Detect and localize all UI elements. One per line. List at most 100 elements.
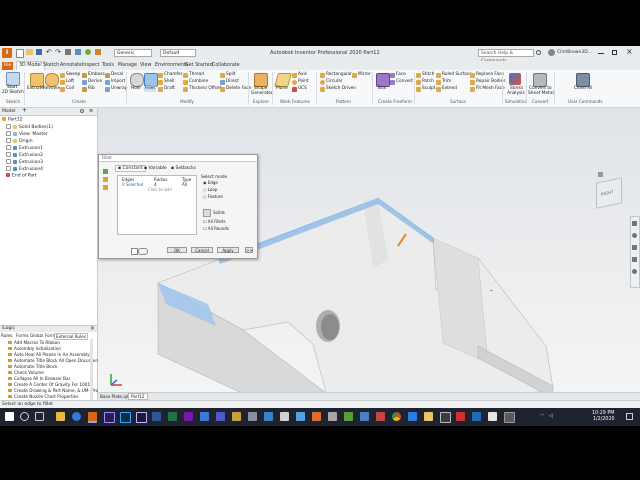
app-icon[interactable] — [440, 412, 451, 423]
tree-item-extrusion4[interactable]: Extrusion4 — [6, 166, 43, 172]
close-icon[interactable]: × — [626, 47, 633, 56]
convert-freeform-button[interactable]: Convert — [396, 79, 413, 85]
wifi-icon[interactable]: ◠ — [540, 413, 544, 419]
inventor-logo-icon[interactable]: I — [2, 48, 12, 58]
box-icon[interactable] — [376, 73, 390, 87]
tab-get-started[interactable]: Get Started — [185, 62, 213, 70]
expand-icon[interactable] — [6, 145, 11, 150]
shape-generator-label-2[interactable]: Generator — [251, 91, 273, 97]
app-icon[interactable] — [360, 412, 369, 421]
circular-pattern-button[interactable]: Circular — [326, 79, 343, 85]
combine-icon[interactable] — [183, 80, 188, 85]
viewcube[interactable]: RIGHT — [596, 177, 622, 209]
help-icon[interactable] — [131, 248, 138, 255]
sculpt-button[interactable]: Sculpt — [422, 86, 435, 92]
app-icon[interactable] — [328, 412, 337, 421]
style-select[interactable]: Default — [160, 49, 196, 57]
minimize-icon[interactable] — [598, 53, 604, 54]
close-all-button[interactable]: Close All — [574, 86, 592, 92]
axis-icon[interactable] — [292, 73, 297, 78]
trim-button[interactable]: Trim — [442, 79, 451, 85]
mirror-icon[interactable] — [352, 73, 357, 78]
chamfer-icon[interactable] — [158, 73, 163, 78]
thicken-icon[interactable] — [183, 87, 188, 92]
rib-icon[interactable] — [82, 87, 87, 92]
delete-face-icon[interactable] — [220, 87, 225, 92]
derive-icon[interactable] — [82, 80, 87, 85]
stitch-button[interactable]: Stitch — [422, 72, 434, 78]
tab-constant[interactable]: ▪ Constant — [115, 165, 146, 172]
search-taskbar-icon[interactable] — [20, 412, 29, 421]
mirror-button[interactable]: Mirror — [358, 72, 371, 78]
start-sketch-icon[interactable] — [6, 72, 20, 86]
shape-generator-icon[interactable] — [254, 73, 268, 87]
file-explorer-icon[interactable] — [56, 412, 65, 421]
rule-item[interactable]: Create A Center Of Gravity For 1001 — [14, 382, 90, 387]
tab-tools[interactable]: Tools — [102, 62, 114, 70]
extrude-icon[interactable] — [30, 73, 44, 87]
extend-button[interactable]: Extend — [442, 86, 457, 92]
sketch-driven-button[interactable]: Sketch Driven — [326, 86, 356, 92]
pan-icon[interactable] — [632, 221, 637, 226]
unwrap-icon[interactable] — [105, 87, 110, 92]
tab-3d-model[interactable]: 3D Model — [16, 61, 45, 70]
app-icon[interactable] — [344, 412, 353, 421]
app-icon[interactable] — [456, 412, 465, 421]
word-icon[interactable] — [152, 412, 161, 421]
fit-mesh-face-icon[interactable] — [470, 87, 475, 92]
doc-tab-base-plate[interactable]: Base Plate.ipt — [100, 394, 129, 399]
all-rounds-checkbox[interactable]: ☐ All Rounds — [203, 226, 229, 231]
more-button[interactable]: >> — [245, 247, 253, 253]
expand-icon[interactable] — [6, 138, 11, 143]
material-icon[interactable] — [85, 49, 91, 55]
radio-edge[interactable]: ◉ Edge — [203, 180, 218, 185]
rule-item[interactable]: Automate Title Block — [14, 364, 58, 369]
emboss-button[interactable]: Emboss — [88, 72, 105, 78]
plane-button[interactable]: Plane — [276, 86, 288, 92]
clock-date[interactable]: 1/2/2020 — [593, 417, 615, 422]
clock-time[interactable]: 10:29 PM — [592, 411, 614, 416]
file-tab[interactable]: File — [2, 62, 13, 70]
tree-item-solid-bodies[interactable]: Solid Bodies(1) — [6, 124, 53, 130]
extrude-button[interactable]: Extrude — [27, 86, 44, 92]
edges-table[interactable]: Edges Radius Type 0 Selected 4 All Click… — [117, 175, 197, 235]
rule-item[interactable]: Auto Heal All Planes In An Assembly — [14, 352, 90, 357]
teams-icon[interactable] — [216, 412, 225, 421]
ucs-button[interactable]: UCS — [298, 86, 307, 92]
tab-manage[interactable]: Manage — [118, 62, 137, 70]
point-icon[interactable] — [292, 80, 297, 85]
hole-icon[interactable] — [130, 73, 144, 87]
edge-select-icon[interactable] — [103, 169, 108, 174]
sheet-metal-label[interactable]: Sheet Metal — [528, 91, 554, 97]
all-fillets-checkbox[interactable]: ☐ All Fillets — [203, 219, 226, 224]
tree-item-extrusion3[interactable]: Extrusion3 — [6, 159, 43, 165]
start-icon[interactable] — [5, 412, 14, 421]
tab-environments[interactable]: Environments — [155, 62, 188, 70]
convert-freeform-icon[interactable] — [390, 80, 395, 85]
orbit-icon[interactable] — [632, 245, 637, 250]
tab-sketch[interactable]: Sketch — [43, 62, 59, 70]
face-icon[interactable] — [390, 73, 395, 78]
photoshop-icon[interactable] — [120, 412, 131, 423]
open-icon[interactable] — [26, 49, 33, 55]
appearance-select[interactable]: Generic — [114, 49, 152, 57]
shell-icon[interactable] — [158, 80, 163, 85]
emboss-icon[interactable] — [82, 73, 87, 78]
rectangular-pattern-icon[interactable] — [320, 73, 325, 78]
repair-bodies-icon[interactable] — [470, 80, 475, 85]
cancel-button[interactable]: Cancel — [191, 247, 213, 253]
inventor-taskbar-icon[interactable] — [88, 412, 97, 423]
excel-icon[interactable] — [168, 412, 177, 421]
browser-add-icon[interactable]: + — [22, 108, 27, 114]
coil-icon[interactable] — [60, 87, 65, 92]
loft-icon[interactable] — [60, 80, 65, 85]
point-button[interactable]: Point — [298, 79, 309, 85]
fit-mesh-face-button[interactable]: Fit Mesh Face — [476, 86, 505, 92]
tab-annotate[interactable]: Annotate — [60, 62, 82, 70]
expand-icon[interactable] — [6, 124, 11, 129]
update-icon[interactable] — [95, 49, 101, 55]
tab-inspect[interactable]: Inspect — [82, 62, 99, 70]
loft-button[interactable]: Loft — [66, 79, 74, 85]
solids-select-icon[interactable] — [203, 209, 211, 217]
app-icon[interactable] — [232, 412, 241, 421]
